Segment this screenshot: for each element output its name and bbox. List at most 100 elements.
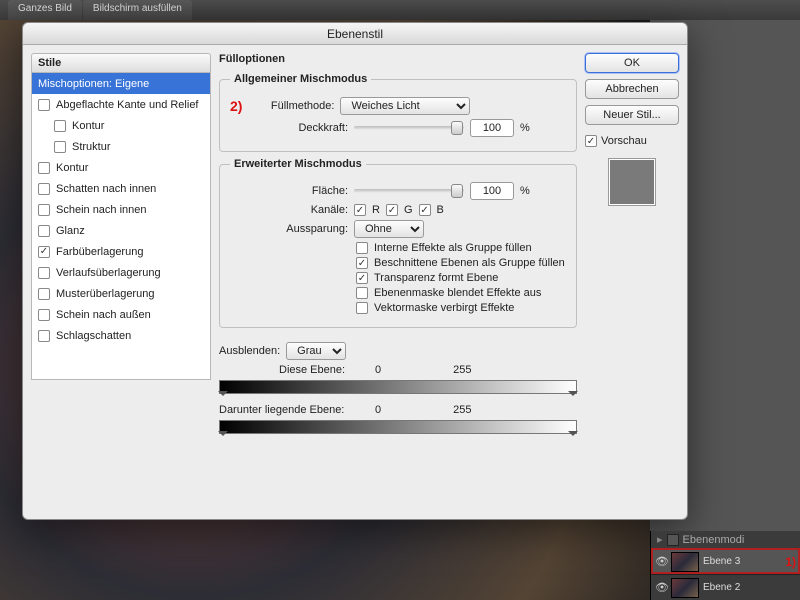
- pct: %: [520, 185, 530, 197]
- dialog-buttons: OK Abbrechen Neuer Stil... Vorschau: [585, 53, 679, 511]
- style-label: Verlaufsüberlagerung: [56, 267, 161, 279]
- channels-label: Kanäle:: [230, 204, 348, 216]
- opacity-label: Deckkraft:: [230, 122, 348, 134]
- layers-panel: ▸ Ebenenmodi 👁 Ebene 3 1) 👁 Ebene 2: [650, 531, 800, 600]
- style-checkbox[interactable]: [38, 267, 50, 279]
- adv-opt-1: Beschnittene Ebenen als Gruppe füllen: [356, 257, 566, 269]
- style-checkbox[interactable]: [38, 225, 50, 237]
- cancel-button[interactable]: Abbrechen: [585, 79, 679, 99]
- adv-opt-checkbox[interactable]: [356, 287, 368, 299]
- style-checkbox[interactable]: [38, 99, 50, 111]
- channel-b-label: B: [437, 204, 444, 216]
- underlying-slider[interactable]: [219, 420, 577, 434]
- blend-mode-select[interactable]: Weiches Licht: [340, 97, 470, 115]
- annotation-1: 1): [785, 555, 796, 569]
- layers-header-label: Ebenenmodi: [683, 534, 745, 546]
- style-row-12[interactable]: Schlagschatten: [32, 325, 210, 346]
- style-checkbox[interactable]: [54, 120, 66, 132]
- adv-opt-2: Transparenz formt Ebene: [356, 272, 566, 284]
- channel-g-checkbox[interactable]: [386, 204, 398, 216]
- fill-opacity-slider[interactable]: [354, 189, 464, 193]
- style-row-7[interactable]: Glanz: [32, 220, 210, 241]
- this-hi: 255: [453, 364, 471, 376]
- channel-r-checkbox[interactable]: [354, 204, 366, 216]
- adv-opt-label: Beschnittene Ebenen als Gruppe füllen: [374, 257, 565, 269]
- layer-thumbnail[interactable]: [671, 552, 699, 572]
- visibility-icon[interactable]: 👁: [655, 555, 667, 568]
- preview-label: Vorschau: [601, 135, 647, 147]
- dialog-title: Ebenenstil: [23, 23, 687, 45]
- style-label: Glanz: [56, 225, 85, 237]
- style-row-2[interactable]: Kontur: [32, 115, 210, 136]
- style-label: Schatten nach innen: [56, 183, 156, 195]
- view-toolbar: Ganzes Bild Bildschirm ausfüllen: [0, 0, 800, 20]
- tab-ganzes-bild[interactable]: Ganzes Bild: [8, 0, 82, 20]
- layer-name[interactable]: Ebene 2: [703, 582, 796, 593]
- style-row-4[interactable]: Kontur: [32, 157, 210, 178]
- adv-opt-label: Ebenenmaske blendet Effekte aus: [374, 287, 541, 299]
- style-checkbox[interactable]: [54, 141, 66, 153]
- style-row-6[interactable]: Schein nach innen: [32, 199, 210, 220]
- style-checkbox[interactable]: [38, 330, 50, 342]
- style-label: Schlagschatten: [56, 330, 131, 342]
- style-checkbox[interactable]: [38, 204, 50, 216]
- channel-g-label: G: [404, 204, 413, 216]
- new-style-button[interactable]: Neuer Stil...: [585, 105, 679, 125]
- fill-opacity-label: Fläche:: [230, 185, 348, 197]
- adv-opt-4: Vektormaske verbirgt Effekte: [356, 302, 566, 314]
- style-label: Struktur: [72, 141, 111, 153]
- style-checkbox[interactable]: [38, 246, 50, 258]
- style-checkbox[interactable]: [38, 288, 50, 300]
- style-checkbox[interactable]: [38, 309, 50, 321]
- adv-opt-checkbox[interactable]: [356, 302, 368, 314]
- style-row-3[interactable]: Struktur: [32, 136, 210, 157]
- style-row-0[interactable]: Mischoptionen: Eigene: [32, 73, 210, 94]
- styles-column: Stile Mischoptionen: EigeneAbgeflachte K…: [31, 53, 211, 511]
- style-row-5[interactable]: Schatten nach innen: [32, 178, 210, 199]
- folder-icon: [667, 534, 679, 546]
- blend-if-select[interactable]: Grau: [286, 342, 346, 360]
- style-label: Mischoptionen: Eigene: [38, 78, 149, 90]
- advanced-blend-legend: Erweiterter Mischmodus: [230, 158, 366, 170]
- adv-opt-label: Interne Effekte als Gruppe füllen: [374, 242, 532, 254]
- adv-opt-0: Interne Effekte als Gruppe füllen: [356, 242, 566, 254]
- style-checkbox[interactable]: [38, 162, 50, 174]
- layers-header-row[interactable]: ▸ Ebenenmodi: [651, 531, 800, 548]
- advanced-blend-group: Erweiterter Mischmodus Fläche: % Kanäle:…: [219, 158, 577, 328]
- ok-button[interactable]: OK: [585, 53, 679, 73]
- preview-checkbox[interactable]: [585, 135, 597, 147]
- style-row-10[interactable]: Musterüberlagerung: [32, 283, 210, 304]
- general-blend-legend: Allgemeiner Mischmodus: [230, 73, 371, 85]
- this-layer-slider[interactable]: [219, 380, 577, 394]
- knockout-select[interactable]: Ohne: [354, 220, 424, 238]
- style-checkbox[interactable]: [38, 183, 50, 195]
- layer-thumbnail[interactable]: [671, 578, 699, 598]
- disclosure-icon[interactable]: ▸: [657, 533, 663, 546]
- pct: %: [520, 122, 530, 134]
- layer-row-0[interactable]: 👁 Ebene 3 1): [651, 548, 800, 574]
- channel-r-label: R: [372, 204, 380, 216]
- fill-opacity-value[interactable]: [470, 182, 514, 200]
- knockout-label: Aussparung:: [230, 223, 348, 235]
- adv-opt-label: Transparenz formt Ebene: [374, 272, 498, 284]
- adv-opt-checkbox[interactable]: [356, 272, 368, 284]
- layer-name[interactable]: Ebene 3: [703, 556, 779, 567]
- style-label: Schein nach außen: [56, 309, 151, 321]
- adv-opt-checkbox[interactable]: [356, 257, 368, 269]
- opacity-value[interactable]: [470, 119, 514, 137]
- opacity-slider[interactable]: [354, 126, 464, 130]
- adv-opt-3: Ebenenmaske blendet Effekte aus: [356, 287, 566, 299]
- style-row-1[interactable]: Abgeflachte Kante und Relief: [32, 94, 210, 115]
- style-label: Kontur: [56, 162, 88, 174]
- style-row-8[interactable]: Farbüberlagerung: [32, 241, 210, 262]
- visibility-icon[interactable]: 👁: [655, 581, 667, 594]
- adv-opt-checkbox[interactable]: [356, 242, 368, 254]
- underlying-label: Darunter liegende Ebene:: [219, 404, 369, 416]
- channel-b-checkbox[interactable]: [419, 204, 431, 216]
- tab-bildschirm[interactable]: Bildschirm ausfüllen: [83, 0, 192, 20]
- style-row-9[interactable]: Verlaufsüberlagerung: [32, 262, 210, 283]
- style-row-11[interactable]: Schein nach außen: [32, 304, 210, 325]
- under-lo: 0: [375, 404, 381, 416]
- layer-row-1[interactable]: 👁 Ebene 2: [651, 574, 800, 600]
- preview-swatch: [609, 159, 655, 205]
